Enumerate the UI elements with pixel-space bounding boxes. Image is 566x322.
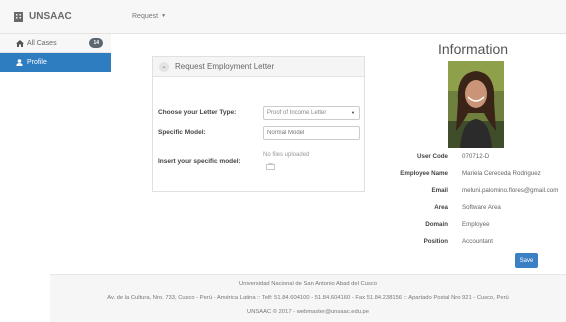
user-code-value: 070712-D [462,153,490,160]
email-value: meluni.palomino.flores@gmail.com [462,187,559,194]
profile-photo [448,61,504,148]
brand-label: UNSAAC [29,11,72,22]
email-label: Email [431,187,448,194]
home-icon [16,39,24,47]
sidebar-item-label: All Cases [27,39,57,47]
caret-down-icon: ▼ [351,110,355,115]
letter-type-value: Proof of Income Letter [267,110,327,116]
request-panel: ⌄ Request Employment Letter Choose your … [152,56,365,192]
upload-icon[interactable] [266,163,275,170]
area-value: Software Area [462,204,501,211]
insert-model-label: Insert your specific model: [158,158,241,165]
brand[interactable]: UNSAAC [14,11,72,22]
user-icon [16,59,24,66]
sidebar-item-profile[interactable]: Profile [0,53,111,72]
request-menu[interactable]: Request ▼ [132,13,166,20]
specific-model-input[interactable] [263,126,360,140]
domain-value: Employee [462,221,490,228]
footer-copyright: UNSAAC © 2017 - webmaster@unsaac.edu.pe [247,309,369,315]
panel-title: Request Employment Letter [175,62,275,71]
footer-university: Universidad Nacional de San Antonio Abad… [239,281,377,287]
area-label: Area [434,204,448,211]
sidebar-item-all-cases[interactable]: All Cases 14 [0,34,111,53]
footer-address: Av. de la Cultura, Nro. 733, Cusco - Per… [107,295,509,301]
caret-down-icon: ▼ [161,13,167,20]
specific-model-label: Specific Model: [158,129,206,136]
position-value: Accountant [462,238,493,245]
count-badge: 14 [89,38,103,48]
letter-type-select[interactable]: Proof of Income Letter ▼ [263,106,360,120]
save-button[interactable]: Save [515,253,538,268]
letter-type-label: Choose your Letter Type: [158,109,237,116]
sidebar-item-label: Profile [27,59,47,66]
footer: Universidad Nacional de San Antonio Abad… [50,274,566,322]
position-label: Position [423,238,448,245]
top-navbar: UNSAAC Request ▼ [0,0,566,34]
user-code-label: User Code [417,153,448,160]
request-menu-label: Request [132,13,159,20]
employee-name-value: Mariela Cereceda Rodriguez [462,170,541,177]
information-title: Information [438,41,509,57]
domain-label: Domain [425,221,448,228]
panel-header[interactable]: ⌄ Request Employment Letter [153,57,364,77]
sidebar: All Cases 14 Profile [0,34,111,72]
employee-name-label: Employee Name [400,170,448,177]
no-files-text: No files uploaded [263,152,310,158]
building-icon [14,11,23,22]
chevron-down-icon[interactable]: ⌄ [159,61,169,72]
